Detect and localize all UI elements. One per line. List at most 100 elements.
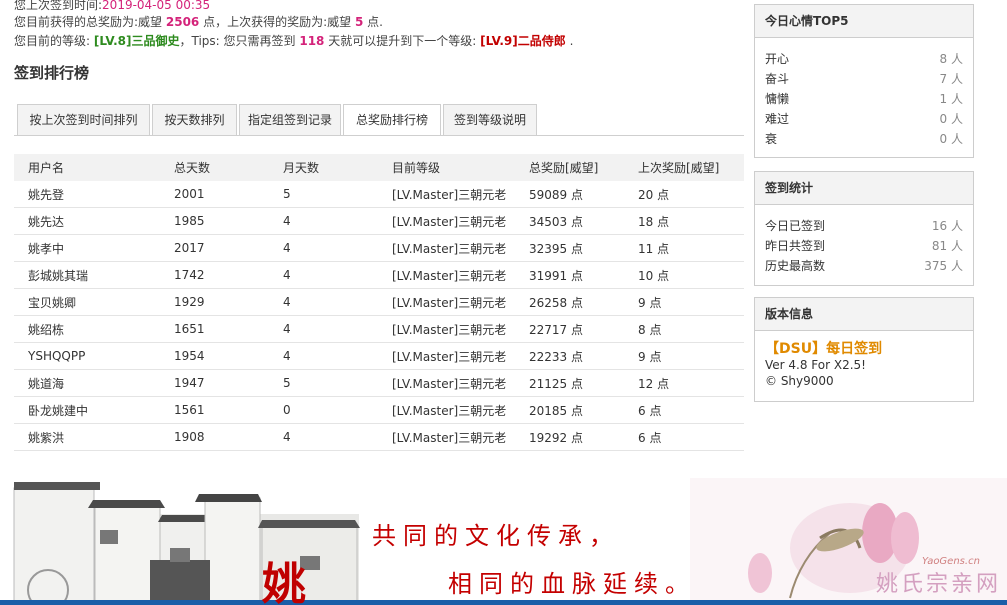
cell-last-reward: 9 点 bbox=[624, 342, 744, 370]
reward-last: 5 bbox=[354, 15, 364, 29]
table-row: 卧龙姚建中 1561 0 [LV.Master]三朝元老 20185 点 6 点 bbox=[14, 396, 744, 424]
cell-username[interactable]: 姚先登 bbox=[14, 181, 160, 208]
col-total-reward: 总奖励[威望] bbox=[515, 154, 624, 181]
stats-label: 今日已签到 bbox=[765, 219, 826, 233]
reward-line: 您目前获得的总奖励为:威望 2506 点，上次获得的奖励为:威望 5 点. bbox=[14, 14, 383, 31]
cell-total-days: 2017 bbox=[160, 234, 269, 262]
cell-username[interactable]: 姚孝中 bbox=[14, 234, 160, 262]
cell-username[interactable]: 姚绍栋 bbox=[14, 315, 160, 343]
cell-level: [LV.Master]三朝元老 bbox=[378, 181, 515, 208]
stats-panel-title: 签到统计 bbox=[755, 172, 973, 205]
mood-label: 奋斗 bbox=[765, 72, 790, 86]
cell-last-reward: 6 点 bbox=[624, 396, 744, 424]
cell-level: [LV.Master]三朝元老 bbox=[378, 234, 515, 262]
mood-item: 开心 8 人 bbox=[755, 49, 973, 69]
level-tips2: 天就可以提升到下一个等级: bbox=[328, 34, 477, 48]
cell-username[interactable]: 宝贝姚卿 bbox=[14, 288, 160, 316]
table-row: 姚先达 1985 4 [LV.Master]三朝元老 34503 点 18 点 bbox=[14, 207, 744, 235]
cell-username[interactable]: 卧龙姚建中 bbox=[14, 396, 160, 424]
cell-username[interactable]: 姚道海 bbox=[14, 369, 160, 397]
mood-value: 1 人 bbox=[939, 92, 963, 106]
banner-line-1: 共同的文化传承， bbox=[372, 522, 620, 550]
cell-month-days: 5 bbox=[269, 181, 378, 208]
cell-month-days: 5 bbox=[269, 369, 378, 397]
cell-username[interactable]: 彭城姚其瑞 bbox=[14, 261, 160, 289]
mood-item: 慵懒 1 人 bbox=[755, 89, 973, 109]
version-panel-title: 版本信息 bbox=[755, 298, 973, 331]
version-line: Ver 4.8 For X2.5! bbox=[765, 358, 866, 372]
footer-banner: 姚 共同的文化传承， 相同的血脉延续。 YaoGens.cn 姚氏宗亲网 bbox=[0, 478, 1007, 605]
cell-level: [LV.Master]三朝元老 bbox=[378, 396, 515, 424]
mood-value: 0 人 bbox=[939, 112, 963, 126]
cell-last-reward: 12 点 bbox=[624, 369, 744, 397]
col-level: 目前等级 bbox=[378, 154, 515, 181]
mood-panel-title: 今日心情TOP5 bbox=[755, 5, 973, 38]
cell-month-days: 4 bbox=[269, 234, 378, 262]
cell-last-reward: 9 点 bbox=[624, 288, 744, 316]
cell-level: [LV.Master]三朝元老 bbox=[378, 342, 515, 370]
cell-username[interactable]: 姚紫洪 bbox=[14, 423, 160, 451]
mood-label: 难过 bbox=[765, 112, 790, 126]
mood-label: 开心 bbox=[765, 52, 790, 66]
reward-total: 2506 bbox=[165, 15, 200, 29]
stats-label: 昨日共签到 bbox=[765, 239, 826, 253]
stats-item: 历史最高数 375 人 bbox=[755, 256, 973, 276]
cell-month-days: 4 bbox=[269, 288, 378, 316]
table-row: 彭城姚其瑞 1742 4 [LV.Master]三朝元老 31991 点 10 … bbox=[14, 261, 744, 289]
cell-total-days: 1651 bbox=[160, 315, 269, 343]
cell-level: [LV.Master]三朝元老 bbox=[378, 288, 515, 316]
site-logo: 姚氏宗亲网 bbox=[876, 572, 1002, 597]
stats-value: 16 人 bbox=[931, 219, 963, 233]
cell-total-reward: 26258 点 bbox=[515, 288, 624, 316]
cell-total-days: 1561 bbox=[160, 396, 269, 424]
cell-total-days: 1947 bbox=[160, 369, 269, 397]
cell-total-reward: 20185 点 bbox=[515, 396, 624, 424]
last-signin-label: 您上次签到时间: bbox=[14, 0, 103, 12]
cell-total-reward: 22233 点 bbox=[515, 342, 624, 370]
plugin-name[interactable]: 每日签到 bbox=[826, 341, 882, 357]
reward-mid: 点，上次获得的奖励为:威望 bbox=[203, 15, 352, 29]
cell-month-days: 4 bbox=[269, 261, 378, 289]
mood-label: 慵懒 bbox=[765, 92, 790, 106]
version-info: 【DSU】每日签到 Ver 4.8 For X2.5! © Shy9000 bbox=[755, 331, 973, 389]
mood-item: 难过 0 人 bbox=[755, 109, 973, 129]
mood-item: 奋斗 7 人 bbox=[755, 69, 973, 89]
cell-username[interactable]: YSHQQPP bbox=[14, 342, 160, 370]
cell-month-days: 4 bbox=[269, 207, 378, 235]
stats-value: 81 人 bbox=[931, 239, 963, 253]
cell-total-reward: 21125 点 bbox=[515, 369, 624, 397]
level-prefix: 您目前的等级: bbox=[14, 34, 91, 48]
reward-suffix: 点. bbox=[367, 15, 383, 29]
stats-value: 375 人 bbox=[924, 259, 963, 273]
stats-item: 昨日共签到 81 人 bbox=[755, 236, 973, 256]
tab-by-days[interactable]: 按天数排列 bbox=[152, 104, 237, 136]
tab-total-reward[interactable]: 总奖励排行榜 bbox=[343, 104, 441, 136]
cell-total-reward: 22717 点 bbox=[515, 315, 624, 343]
tab-group-records[interactable]: 指定组签到记录 bbox=[239, 104, 341, 136]
last-signin-time: 2019-04-05 00:35 bbox=[102, 0, 211, 12]
cell-last-reward: 6 点 bbox=[624, 423, 744, 451]
cell-month-days: 4 bbox=[269, 423, 378, 451]
banner-line-2: 相同的血脉延续。 bbox=[448, 570, 696, 598]
level-line: 您目前的等级: [LV.8]三品御史，Tips: 您只需再签到 118 天就可以… bbox=[14, 33, 573, 50]
table-header-row: 用户名 总天数 月天数 目前等级 总奖励[威望] 上次奖励[威望] bbox=[14, 154, 744, 181]
banner-yao-char: 姚 bbox=[262, 559, 306, 605]
cell-level: [LV.Master]三朝元老 bbox=[378, 315, 515, 343]
cell-month-days: 0 bbox=[269, 396, 378, 424]
cell-last-reward: 18 点 bbox=[624, 207, 744, 235]
cell-username[interactable]: 姚先达 bbox=[14, 207, 160, 235]
mood-label: 衰 bbox=[765, 132, 778, 146]
tab-by-last-signin[interactable]: 按上次签到时间排列 bbox=[17, 104, 150, 136]
copyright-line: © Shy9000 bbox=[765, 374, 834, 388]
col-total-days: 总天数 bbox=[160, 154, 269, 181]
mood-value: 8 人 bbox=[939, 52, 963, 66]
level-end: . bbox=[569, 34, 574, 48]
cell-total-days: 2001 bbox=[160, 181, 269, 208]
mood-value: 7 人 bbox=[939, 72, 963, 86]
days-needed: 118 bbox=[299, 34, 325, 48]
dsu-tag[interactable]: 【DSU】 bbox=[765, 341, 826, 357]
tab-level-info[interactable]: 签到等级说明 bbox=[443, 104, 537, 136]
col-month-days: 月天数 bbox=[269, 154, 378, 181]
cell-level: [LV.Master]三朝元老 bbox=[378, 261, 515, 289]
mood-value: 0 人 bbox=[939, 132, 963, 146]
